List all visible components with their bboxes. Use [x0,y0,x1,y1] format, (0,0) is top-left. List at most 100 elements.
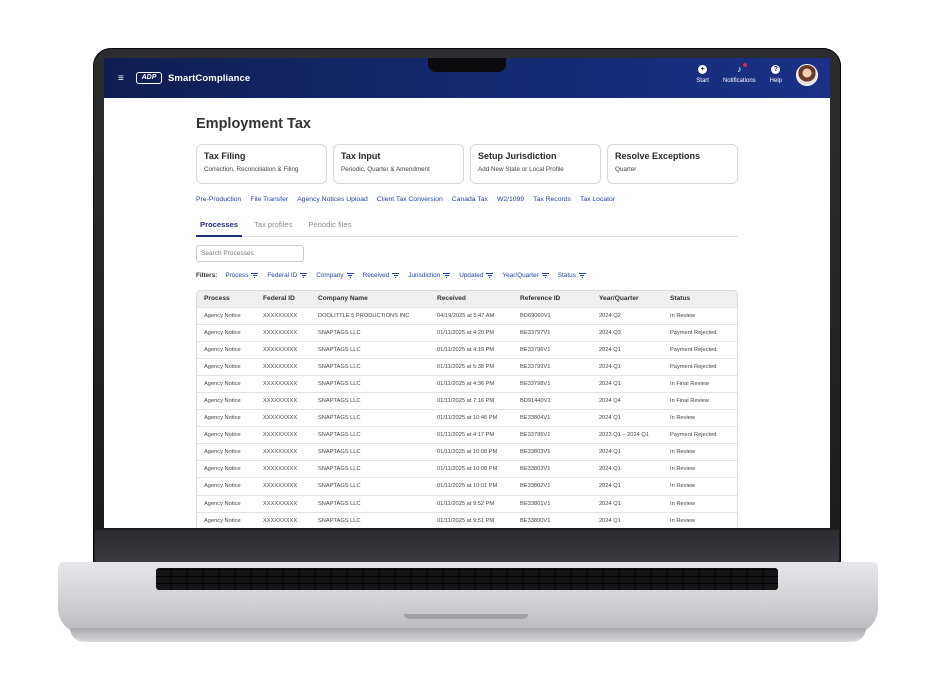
table-row[interactable]: Agency Notice XXXXXXXXX SNAPTAGS LLC 01/11/… [197,477,737,496]
table-cell: 2024 Q1 [592,340,663,359]
link-tax-records[interactable]: Tax Records [533,196,571,203]
table-row[interactable]: Agency Notice XXXXXXXXX SNAPTAGS LLC 01/11/… [197,511,737,528]
filter-federal-id[interactable]: Federal ID [267,271,308,279]
filter-icon [346,272,354,278]
filter-label: Federal ID [267,271,298,279]
link-pre-production[interactable]: Pre-Production [196,196,241,203]
notifications-label: Notifications [722,78,756,84]
question-icon: ? [771,65,781,74]
filter-received[interactable]: Received [363,272,400,279]
table-cell: XXXXXXXXX [256,374,311,393]
table-row[interactable]: Agency Notice XXXXXXXXX SNAPTAGS LLC 01/11/… [197,391,737,410]
table-cell: 01/11/2025 at 10:08 PM [430,443,513,461]
tab-processes[interactable]: Processes [196,220,242,237]
column-header[interactable]: Received [430,291,513,307]
table-cell: SNAPTAGS LLC [311,340,430,359]
table-cell: SNAPTAGS LLC [311,409,430,427]
table-cell: Agency Notice [197,443,256,461]
filter-label: Updated [459,271,484,279]
table-row[interactable]: Agency Notice XXXXXXXXX SNAPTAGS LLC 01/11/… [197,340,737,359]
tab-periodic-files[interactable]: Periodic files [304,220,355,237]
column-header[interactable]: Process [197,291,256,307]
table-cell: 01/11/2025 at 10:01 PM [430,477,513,496]
filter-icon [541,272,549,278]
filter-year-quarter[interactable]: Year/Quarter [502,272,549,279]
table-cell: XXXXXXXXX [256,409,311,427]
table-row[interactable]: Agency Notice XXXXXXXXX SNAPTAGS LLC 01/11/… [197,443,737,461]
column-header[interactable]: Reference ID [513,291,592,307]
table-cell: XXXXXXXXX [256,443,311,461]
card-title: Setup Jurisdiction [478,151,557,161]
column-header[interactable]: Year/Quarter [592,291,663,307]
column-header[interactable]: Status [663,291,737,307]
hamburger-icon[interactable]: ≡ [118,73,128,84]
processes-table: Process Federal ID Company Name Received… [196,290,738,528]
link-file-transfer[interactable]: File Transfer [250,196,288,203]
link-canada-tax[interactable]: Canada Tax [452,196,488,203]
column-header[interactable]: Company Name [311,291,430,307]
table-row[interactable]: Agency Notice XXXXXXXXX SNAPTAGS LLC 01/11/… [197,323,737,342]
table-cell: SNAPTAGS LLC [311,357,430,376]
table-cell: Agency Notice [197,460,256,478]
column-header[interactable]: Federal ID [256,291,311,307]
table-cell: 01/11/2025 at 7:16 PM [430,391,513,410]
table-cell: Agency Notice [197,391,256,410]
filter-icon [486,272,494,278]
filter-company[interactable]: Company [316,272,354,279]
table-row[interactable]: Agency Notice XXXXXXXXX SNAPTAGS LLC 01/11/… [197,494,737,513]
laptop-bezel-bottom [95,530,839,564]
table-cell: Agency Notice [197,357,256,376]
link-tax-locator[interactable]: Tax Locator [580,196,615,203]
table-cell: XXXXXXXXX [256,306,311,325]
card-setup-jurisdiction[interactable]: Setup Jurisdiction Add New State or Loca… [470,144,601,184]
table-header-row: Process Federal ID Company Name Received… [197,291,737,307]
table-row[interactable]: Agency Notice XXXXXXXXX SNAPTAGS LLC 01/11/… [197,460,737,478]
start-label: Start [696,78,709,84]
table-row[interactable]: Agency Notice XXXXXXXXX SNAPTAGS LLC 01/11/… [197,409,737,427]
table-cell: SNAPTAGS LLC [311,323,430,342]
table-cell: 01/11/2025 at 10:08 PM [430,460,513,478]
link-agency-notices-upload[interactable]: Agency Notices Upload [297,196,368,203]
table-row[interactable]: Agency Notice XXXXXXXXX SNAPTAGS LLC 01/11/… [197,357,737,376]
filter-process[interactable]: Process [225,272,259,279]
table-cell: 2024 Q1 [592,494,663,513]
table-row[interactable]: Agency Notice XXXXXXXXX DOOLITTLE 5 PRODUC… [197,306,737,325]
filter-status[interactable]: Status [558,272,586,279]
filter-jurisdiction[interactable]: Jurisdiction [408,272,451,279]
table-cell: BE33799V1 [513,357,592,376]
notifications-button[interactable]: ♪ Notifications [722,63,756,84]
laptop-screen: ≡ ADP SmartCompliance + Start ♪ Notifica… [104,58,830,528]
table-cell: BE33798V1 [513,374,592,393]
card-tax-input[interactable]: Tax Input Periodic, Quarter & Amendment [333,144,464,184]
filters-label: Filters: [196,271,218,279]
avatar[interactable] [796,64,818,86]
table-row[interactable]: Agency Notice XXXXXXXXX SNAPTAGS LLC 01/11/… [197,426,737,444]
link-w2-1099[interactable]: W2/1099 [497,196,524,203]
filter-icon [300,272,308,278]
table-cell: SNAPTAGS LLC [311,391,430,410]
table-cell: 01/11/2025 at 4:17 PM [430,426,513,444]
table-cell: DOOLITTLE 5 PRODUCTIONS INC [311,306,430,325]
quick-links: Pre-Production File Transfer Agency Noti… [196,196,738,203]
table-cell: 2024 Q1 [592,477,663,496]
table-row[interactable]: Agency Notice XXXXXXXXX SNAPTAGS LLC 01/11/… [197,374,737,393]
table-cell: Agency Notice [197,511,256,528]
tab-tax-profiles[interactable]: Tax profiles [250,220,296,237]
table-cell: 01/11/2025 at 4:20 PM [430,323,513,342]
page-title: Employment Tax [196,116,311,132]
card-tax-filing[interactable]: Tax Filing Correction, Reconciliation & … [196,144,327,184]
table-cell: In Review [663,494,737,513]
link-client-tax-conversion[interactable]: Client Tax Conversion [377,196,443,203]
table-cell: BE33803V1 [513,460,592,478]
table-cell: 2024 Q3 [592,323,663,342]
search-input[interactable] [196,245,304,262]
card-resolve-exceptions[interactable]: Resolve Exceptions Quarter [607,144,738,184]
table-cell: BD91440V1 [513,391,592,410]
filter-updated[interactable]: Updated [459,271,494,279]
start-button[interactable]: + Start [696,65,709,84]
table-cell: Agency Notice [197,374,256,393]
brand-name: SmartCompliance [168,72,251,84]
help-button[interactable]: ? Help [770,65,782,84]
card-title: Tax Filing [204,151,246,161]
table-cell: 2024 Q1 [592,357,663,376]
